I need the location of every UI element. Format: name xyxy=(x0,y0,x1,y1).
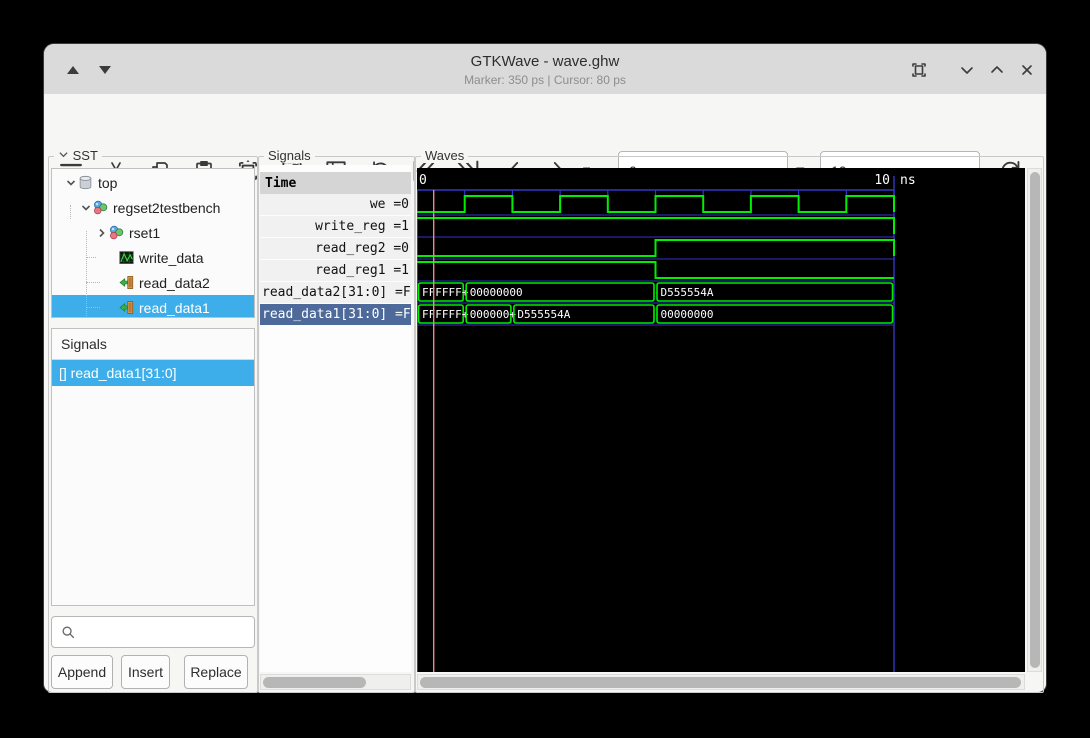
wave-bit-read_reg1 xyxy=(417,262,894,278)
signal-search-box[interactable] xyxy=(51,616,255,648)
tree-item-label: write_data xyxy=(139,250,204,266)
tree-guide xyxy=(70,205,71,219)
signal-name-row[interactable]: write_reg =1 xyxy=(260,216,411,237)
tree-item-label: top xyxy=(98,175,117,191)
close-icon xyxy=(1019,62,1035,78)
tree-spacer xyxy=(105,276,119,290)
sst-expander-icon[interactable] xyxy=(58,150,69,159)
window-title: GTKWave - wave.ghw xyxy=(44,53,1046,70)
timeline-unit-label: ns xyxy=(900,173,916,188)
bus-value-read_data1: 000000+ xyxy=(470,308,517,321)
gtkwave-window: GTKWave - wave.ghw Marker: 350 ps | Curs… xyxy=(44,44,1046,692)
wave-bit-write_reg xyxy=(417,218,894,234)
gears-icon xyxy=(109,225,125,240)
append-button[interactable]: Append xyxy=(51,655,113,689)
bus-value-read_data1: D555554A xyxy=(517,308,570,321)
bus-value-read_data2: FFFFFF+ xyxy=(422,286,469,299)
names-hscrollbar-thumb[interactable] xyxy=(263,677,366,688)
signal-list-header: Signals xyxy=(52,329,254,360)
chevron-down-icon xyxy=(959,62,975,78)
sst-tree-item-rset1[interactable]: rset1 xyxy=(52,220,254,245)
names-hscrollbar[interactable] xyxy=(260,674,411,690)
database-icon xyxy=(78,175,94,190)
tree-expander-icon[interactable] xyxy=(79,201,93,215)
gears-icon xyxy=(93,200,109,215)
timeline-start-label: 0 xyxy=(419,173,427,188)
wave-bit-read_reg2 xyxy=(417,240,894,256)
search-input[interactable] xyxy=(82,624,246,641)
matrix-icon xyxy=(119,250,135,265)
toolbar: From: To: xyxy=(44,94,1046,148)
bus-value-read_data2: D555554A xyxy=(661,286,714,299)
sst-tree: top regset2testbench rset1 write_data read_d… xyxy=(52,169,254,318)
bus-value-read_data1: 00000000 xyxy=(661,308,714,321)
titlebar: GTKWave - wave.ghw Marker: 350 ps | Curs… xyxy=(44,44,1046,95)
close-button[interactable] xyxy=(1014,58,1040,82)
timeline-end-label: 10 xyxy=(874,173,890,188)
signal-name-row[interactable]: read_data2[31:0] =FF xyxy=(260,282,411,303)
sst-tree-item-regset2testbench[interactable]: regset2testbench xyxy=(52,195,254,220)
wave-bit-we xyxy=(417,196,894,212)
waves-vscrollbar[interactable] xyxy=(1027,168,1042,672)
tree-item-label: rset1 xyxy=(129,225,160,241)
tree-guide xyxy=(86,231,87,318)
bus-value-read_data2: 00000000 xyxy=(470,286,523,299)
tree-item-label: regset2testbench xyxy=(113,200,220,216)
fit-window-icon xyxy=(910,61,928,79)
signal-list-item[interactable]: [] read_data1[31:0] xyxy=(52,360,254,386)
sst-tree-item-write_data[interactable]: write_data xyxy=(52,245,254,270)
signal-list-box: Signals [] read_data1[31:0] xyxy=(51,328,255,606)
tree-expander-icon[interactable] xyxy=(64,176,78,190)
tree-expander-icon[interactable] xyxy=(95,226,109,240)
signals-frame-label: Signals xyxy=(264,148,315,163)
tree-item-label: read_data2 xyxy=(139,275,210,291)
waves-frame-label: Waves xyxy=(421,148,468,163)
replace-button[interactable]: Replace xyxy=(184,655,248,689)
signal-name-row[interactable]: read_data1[31:0] =FF xyxy=(260,304,411,325)
sst-tree-item-read_data2[interactable]: read_data2 xyxy=(52,270,254,295)
maximize-button[interactable] xyxy=(984,58,1010,82)
signal-name-row[interactable]: we =0 xyxy=(260,194,411,215)
marker-cursor-status: Marker: 350 ps | Cursor: 80 ps xyxy=(44,73,1046,87)
signal-name-row[interactable]: read_reg2 =0 xyxy=(260,238,411,259)
time-header[interactable]: Time xyxy=(260,172,411,194)
insert-button[interactable]: Insert xyxy=(121,655,170,689)
tree-spacer xyxy=(105,301,119,315)
bus-value-read_data1: FFFFFF+ xyxy=(422,308,469,321)
sst-tree-item-top[interactable]: top xyxy=(52,170,254,195)
tree-item-label: read_data1 xyxy=(139,300,210,316)
port-icon xyxy=(119,300,135,315)
tree-guide xyxy=(86,257,96,258)
wave-canvas[interactable]: 010nsFFFFFF+00000000D555554AFFFFFF+00000… xyxy=(417,168,1025,672)
tree-spacer xyxy=(105,251,119,265)
sst-frame-label: SST xyxy=(54,148,102,163)
chevron-up-icon xyxy=(989,62,1005,78)
signal-names-area: Time we =0write_reg =1read_reg2 =0read_r… xyxy=(260,165,411,672)
tree-guide xyxy=(86,282,100,283)
search-icon xyxy=(61,625,76,640)
tree-guide xyxy=(86,307,100,308)
sst-tree-item-read_data1[interactable]: read_data1 xyxy=(52,295,254,318)
waves-hscrollbar-thumb[interactable] xyxy=(420,677,1021,688)
signal-name-row[interactable]: read_reg1 =1 xyxy=(260,260,411,281)
sst-tree-box: top regset2testbench rset1 write_data read_d… xyxy=(51,168,255,318)
port-icon xyxy=(119,275,135,290)
waves-vscrollbar-thumb[interactable] xyxy=(1030,172,1040,668)
waves-hscrollbar[interactable] xyxy=(417,674,1025,690)
minimize-button[interactable] xyxy=(954,58,980,82)
fit-window-button[interactable] xyxy=(906,58,932,82)
